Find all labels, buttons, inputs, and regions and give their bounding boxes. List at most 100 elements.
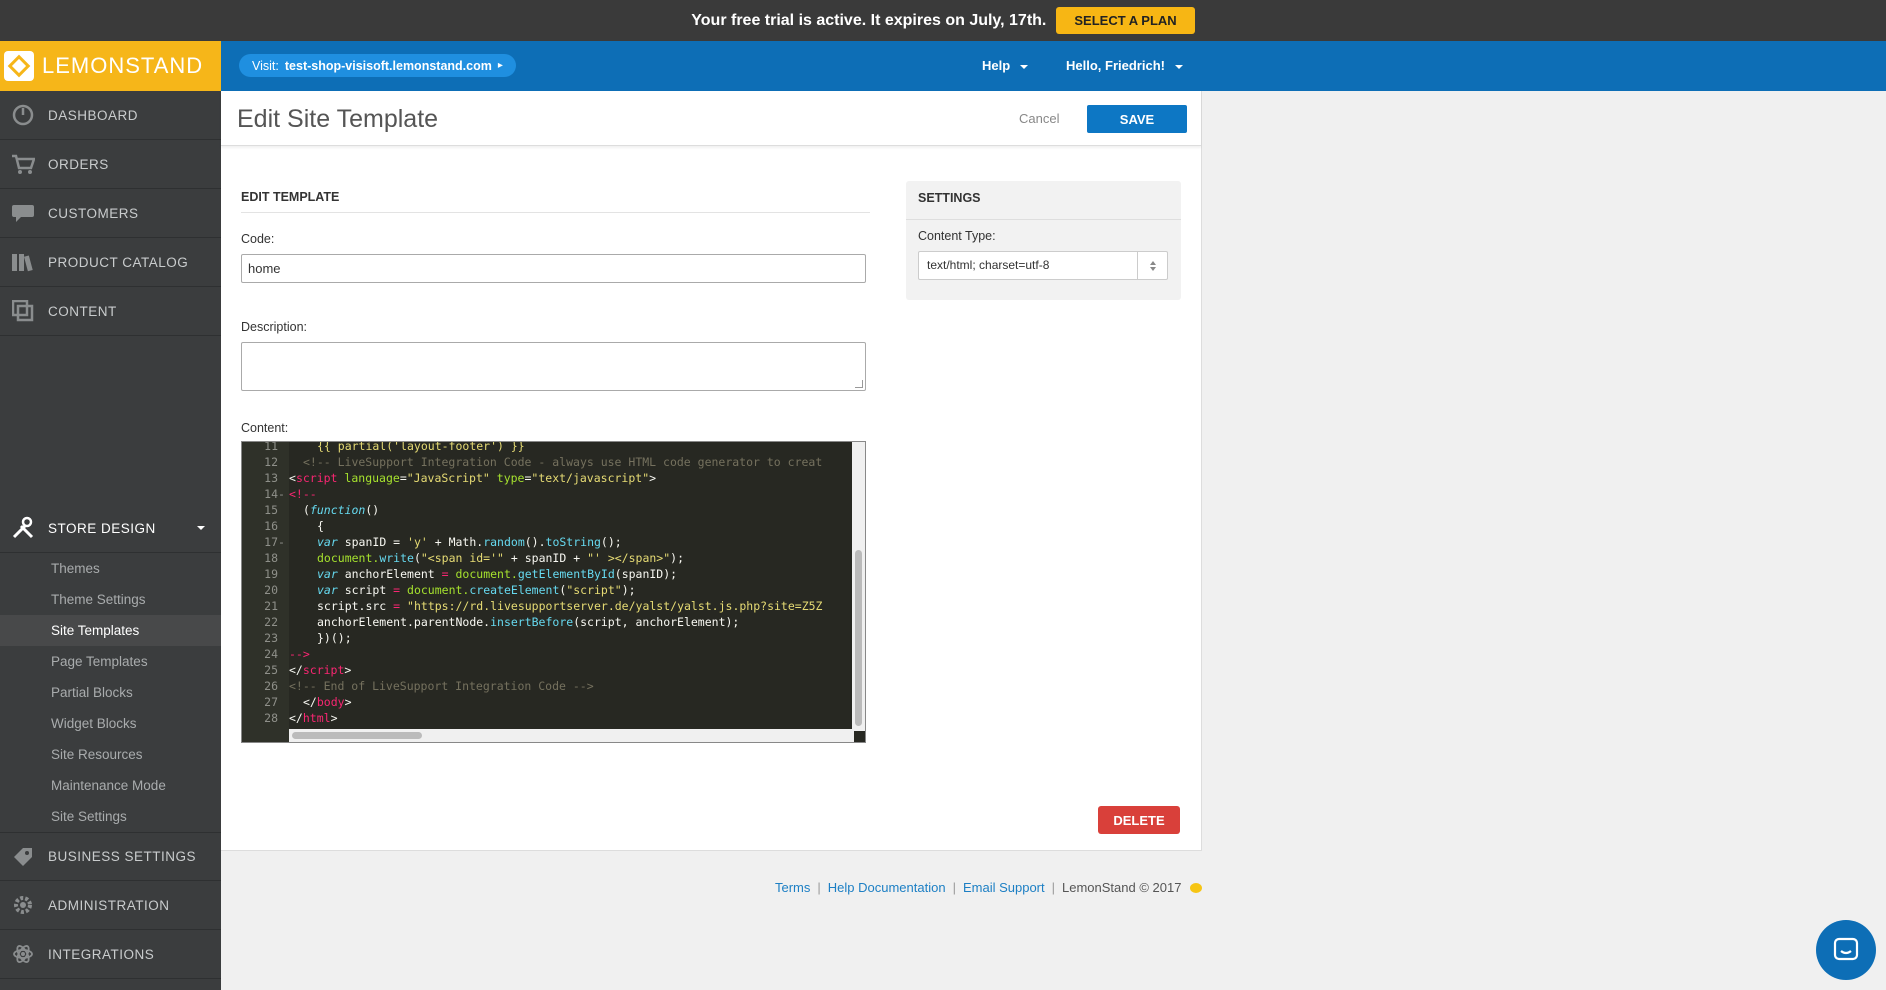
sidebar-item-label: BUSINESS SETTINGS [48, 849, 197, 864]
cancel-link[interactable]: Cancel [1019, 111, 1059, 126]
sidebar-item-label: CUSTOMERS [48, 205, 139, 221]
select-arrows-icon [1137, 252, 1167, 279]
footer-separator: | [1051, 880, 1056, 895]
sidebar-item-label: ORDERS [48, 156, 109, 172]
scrollbar-thumb[interactable] [292, 732, 422, 739]
trial-message: Your free trial is active. It expires on… [691, 11, 1047, 29]
sidebar-item-label: STORE DESIGN [48, 520, 156, 536]
tag-icon [10, 846, 36, 868]
sidebar-item-customers[interactable]: CUSTOMERS [0, 189, 221, 238]
sidebar-subitem-partial-blocks[interactable]: Partial Blocks [0, 677, 221, 708]
code-line: 25 </script> [264, 663, 352, 677]
code-line: 11{{ partial('layout-footer') }} [264, 441, 525, 453]
sidebar-subitem-page-templates[interactable]: Page Templates [0, 646, 221, 677]
content-type-select[interactable]: text/html; charset=utf-8 [918, 251, 1168, 280]
sidebar-item-label: CONTENT [48, 303, 117, 319]
footer: Terms | Help Documentation | Email Suppo… [775, 880, 1203, 895]
code-line: 16{ [264, 519, 324, 533]
visit-prefix: Visit: [252, 58, 279, 73]
content-type-label: Content Type: [918, 229, 996, 243]
chat-icon [1833, 937, 1859, 961]
sidebar-subitem-widget-blocks[interactable]: Widget Blocks [0, 708, 221, 739]
sidebar-item-label: INTEGRATIONS [48, 946, 155, 962]
code-line: 24 --> [264, 647, 310, 661]
sidebar-item-administration[interactable]: ADMINISTRATION [0, 881, 221, 930]
code-line: 19 var anchorElement = document.getElemen… [264, 567, 678, 581]
content-label: Content: [241, 421, 289, 435]
code-line: 17- var spanID = 'y' + Math.random().toSt… [264, 535, 622, 549]
code-input[interactable]: home [241, 254, 866, 283]
top-bar: Visit: test-shop-visisoft.lemonstand.com… [221, 41, 1886, 91]
code-line: 14- <!-- [264, 487, 317, 501]
code-editor[interactable]: 11{{ partial('layout-footer') }} 12 <!-- … [241, 441, 866, 743]
code-line: 27 </body> [264, 695, 352, 709]
page-header: Edit Site Template Cancel SAVE [221, 91, 1201, 146]
user-menu[interactable]: Hello, Friedrich! [1066, 58, 1183, 73]
sidebar-item-store-design[interactable]: STORE DESIGN [0, 504, 221, 553]
sidebar-item-orders[interactable]: ORDERS [0, 140, 221, 189]
sidebar-subitem-theme-settings[interactable]: Theme Settings [0, 584, 221, 615]
lemon-icon [1190, 882, 1203, 893]
sidebar-subitem-site-resources[interactable]: Site Resources [0, 739, 221, 770]
delete-button[interactable]: DELETE [1098, 806, 1180, 834]
settings-panel: SETTINGS Content Type: text/html; charse… [906, 181, 1181, 300]
editor-vertical-scrollbar[interactable] [852, 442, 865, 731]
books-icon [10, 251, 36, 273]
scrollbar-thumb[interactable] [855, 550, 862, 726]
help-documentation-link[interactable]: Help Documentation [828, 880, 946, 895]
sidebar-item-business-settings[interactable]: BUSINESS SETTINGS [0, 832, 221, 881]
brand-logo[interactable]: LEMONSTAND [0, 41, 221, 91]
chevron-down-icon [1174, 64, 1183, 69]
atom-icon [10, 943, 36, 965]
save-button[interactable]: SAVE [1087, 105, 1187, 133]
editor-horizontal-scrollbar[interactable] [289, 729, 854, 742]
dashboard-icon [10, 104, 36, 126]
resize-handle-icon[interactable] [855, 380, 863, 388]
chevron-right-icon: ▸ [497, 60, 503, 71]
code-line: 13 <script language="JavaScript" type="te… [264, 471, 657, 485]
brand-name: LEMONSTAND [42, 53, 204, 78]
code-line: 21 script.src = "https://rd.livesupportse… [264, 599, 823, 613]
code-line: 22 anchorElement.parentNode.insertBefore(… [264, 615, 740, 629]
store-url: test-shop-visisoft.lemonstand.com [284, 58, 492, 73]
description-label: Description: [241, 320, 307, 334]
code-line: 28 </html> [264, 711, 338, 725]
sidebar: DASHBOARD ORDERS CUSTOMERS PRODUCT CATAL… [0, 91, 221, 990]
trial-banner: Your free trial is active. It expires on… [0, 0, 1886, 41]
sidebar-item-content[interactable]: CONTENT [0, 287, 221, 336]
footer-separator: | [817, 880, 821, 895]
email-support-link[interactable]: Email Support [963, 880, 1045, 895]
code-line: 20 var script = document.createElement("s… [264, 583, 636, 597]
description-textarea[interactable] [241, 342, 866, 391]
cart-icon [10, 153, 36, 175]
chevron-down-icon [197, 526, 205, 530]
help-menu[interactable]: Help [982, 58, 1029, 73]
divider [906, 219, 1181, 220]
gear-icon [10, 894, 36, 916]
settings-title: SETTINGS [918, 191, 981, 205]
sidebar-item-label: PRODUCT CATALOG [48, 254, 189, 270]
sidebar-subitem-maintenance-mode[interactable]: Maintenance Mode [0, 770, 221, 801]
tools-icon [10, 516, 36, 539]
sidebar-item-dashboard[interactable]: DASHBOARD [0, 91, 221, 140]
sidebar-subitem-themes[interactable]: Themes [0, 553, 221, 584]
chat-launcher-button[interactable] [1816, 920, 1876, 980]
sidebar-item-product-catalog[interactable]: PRODUCT CATALOG [0, 238, 221, 287]
copy-icon [10, 300, 36, 322]
content-type-value: text/html; charset=utf-8 [927, 258, 1050, 272]
page-title: Edit Site Template [237, 105, 439, 133]
chevron-down-icon [1020, 64, 1029, 69]
visit-store-link[interactable]: Visit: test-shop-visisoft.lemonstand.com… [239, 54, 516, 77]
footer-separator: | [952, 880, 956, 895]
copyright: LemonStand © 2017 [1062, 880, 1182, 895]
sidebar-subitem-site-templates[interactable]: Site Templates [0, 615, 221, 646]
sidebar-item-label: ADMINISTRATION [48, 897, 170, 913]
sidebar-item-integrations[interactable]: INTEGRATIONS [0, 930, 221, 979]
terms-link[interactable]: Terms [775, 880, 810, 895]
code-line: 15 (function() [264, 503, 380, 517]
code-line: 26 <!-- End of LiveSupport Integration Co… [264, 679, 594, 693]
sidebar-item-label: DASHBOARD [48, 107, 139, 123]
code-label: Code: [241, 232, 275, 246]
sidebar-subitem-site-settings[interactable]: Site Settings [0, 801, 221, 832]
select-plan-button[interactable]: SELECT A PLAN [1056, 7, 1195, 34]
